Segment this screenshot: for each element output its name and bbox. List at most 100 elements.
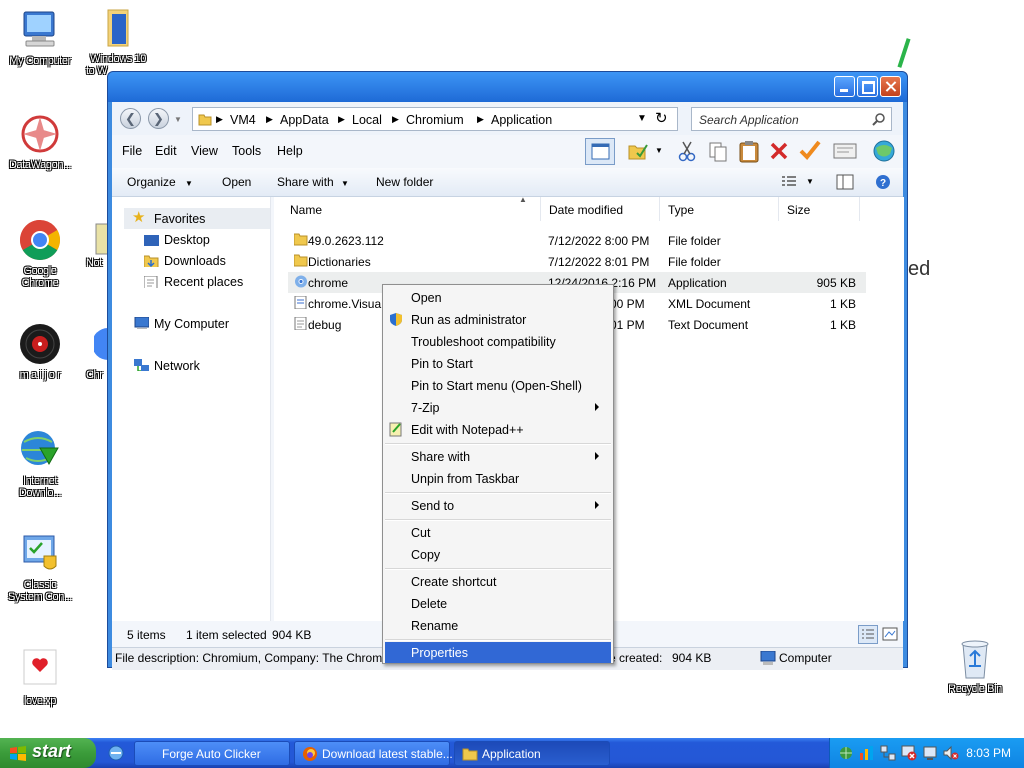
address-bar[interactable]: ▶ VM4 ▶ AppData ▶ Local ▶ Chromium ▶ App… — [192, 107, 678, 131]
breadcrumb-vm4[interactable]: VM4 — [230, 113, 256, 127]
menu-item-delete[interactable]: Delete — [385, 593, 611, 614]
nav-downloads[interactable]: Downloads — [164, 254, 226, 268]
title-bar[interactable] — [108, 72, 907, 102]
menu-item-copy[interactable]: Copy — [385, 544, 611, 565]
tray-network-warning-icon[interactable] — [901, 745, 917, 761]
desktop-icon-love-xp[interactable]: love.xp — [0, 648, 80, 708]
menu-item-cut[interactable]: Cut — [385, 522, 611, 543]
tray-volume-muted-icon[interactable] — [943, 745, 959, 761]
table-row[interactable]: 49.0.2623.112 7/12/2022 8:00 PM File fol… — [288, 230, 866, 251]
organize-button[interactable]: Organize ▼ — [127, 175, 193, 189]
taskbar-button-application[interactable]: Application — [454, 741, 610, 766]
menu-item-rename[interactable]: Rename — [385, 615, 611, 636]
menu-item-share-with[interactable]: Share with — [385, 446, 611, 467]
quick-launch-ie-icon[interactable] — [108, 745, 124, 761]
view-options-icon[interactable] — [781, 175, 797, 189]
menu-item-open[interactable]: Open — [385, 287, 611, 308]
search-box[interactable]: Search Application — [691, 107, 892, 131]
new-folder-button[interactable]: New folder — [376, 175, 433, 189]
column-size[interactable]: Size — [779, 197, 860, 221]
clock[interactable]: 8:03 PM — [966, 746, 1011, 760]
preview-toggle-icon[interactable] — [836, 174, 854, 190]
breadcrumb-appdata[interactable]: AppData — [280, 113, 329, 127]
menu-edit[interactable]: Edit — [155, 144, 177, 158]
globe-icon[interactable] — [872, 139, 896, 163]
menu-view[interactable]: View — [191, 144, 218, 158]
close-button[interactable] — [880, 76, 901, 97]
desktop-icon-notepad[interactable]: Not — [78, 218, 109, 270]
large-icons-view-icon[interactable] — [882, 626, 898, 642]
menu-item-pin-to-start[interactable]: Pin to Start — [385, 353, 611, 374]
desktop-icon-classic-system-control[interactable]: Classic System Con... — [0, 532, 80, 604]
tray-chart-icon[interactable] — [859, 745, 875, 761]
back-button[interactable]: ❮ — [120, 108, 141, 129]
item-count: 5 items — [127, 628, 166, 642]
table-row[interactable]: Dictionaries 7/12/2022 8:01 PM File fold… — [288, 251, 866, 272]
menu-item-unpin-from-taskbar[interactable]: Unpin from Taskbar — [385, 468, 611, 489]
share-with-button[interactable]: Share with ▼ — [277, 175, 349, 189]
menu-tools[interactable]: Tools — [232, 144, 261, 158]
menu-item-pin-to-start-menu-open-shell[interactable]: Pin to Start menu (Open-Shell) — [385, 375, 611, 396]
desktop-icon-internet-download[interactable]: Internet Downlo... — [0, 428, 80, 500]
file-type: XML Document — [668, 297, 751, 311]
breadcrumb-local[interactable]: Local — [352, 113, 382, 127]
nav-recent-places[interactable]: Recent places — [164, 275, 243, 289]
desktop-icon-maijor[interactable]: m a i j o r — [0, 322, 80, 382]
copy-icon[interactable] — [707, 140, 729, 162]
nav-desktop[interactable]: Desktop — [164, 233, 210, 247]
menu-item-7zip[interactable]: 7-Zip — [385, 397, 611, 418]
column-date-modified[interactable]: Date modified — [541, 197, 660, 221]
menu-help[interactable]: Help — [277, 144, 303, 158]
background-line — [897, 38, 911, 68]
nav-favorites[interactable]: Favorites — [154, 212, 205, 226]
search-icon[interactable] — [872, 112, 886, 126]
file-name: chrome.Visua — [308, 297, 382, 311]
menu-item-troubleshoot-compatibility[interactable]: Troubleshoot compatibility — [385, 331, 611, 352]
preview-pane-button[interactable] — [585, 138, 615, 165]
details-view-icon[interactable] — [858, 625, 878, 644]
menu-item-send-to[interactable]: Send to — [385, 495, 611, 516]
maximize-button[interactable] — [857, 76, 878, 97]
desktop-icon-recycle-bin[interactable]: Recycle Bin — [935, 636, 1015, 696]
help-icon[interactable]: ? — [875, 174, 891, 190]
file-date: 00 PM — [610, 297, 645, 311]
paste-icon[interactable] — [738, 139, 760, 163]
menu-item-properties[interactable]: Properties — [385, 642, 611, 663]
recent-pages-chevron-icon[interactable]: ▼ — [174, 115, 182, 124]
menu-item-edit-with-notepad[interactable]: Edit with Notepad++ — [385, 419, 611, 440]
nav-my-computer[interactable]: My Computer — [154, 317, 229, 331]
properties-icon[interactable] — [833, 143, 857, 159]
views-dropdown-icon[interactable]: ▼ — [655, 146, 663, 155]
desktop-icon-datawagon[interactable]: DataWagon... — [0, 112, 80, 172]
address-dropdown-icon[interactable]: ▼ — [637, 113, 647, 124]
file-date: 01 PM — [610, 318, 645, 332]
taskbar-button-download[interactable]: Download latest stable... — [294, 741, 453, 766]
open-button[interactable]: Open — [222, 175, 251, 189]
tray-connection-icon[interactable] — [880, 745, 896, 761]
tray-network-icon[interactable] — [838, 745, 854, 761]
folder-check-icon[interactable] — [627, 141, 649, 161]
breadcrumb-application[interactable]: Application — [491, 113, 552, 127]
cut-icon[interactable] — [677, 140, 697, 162]
nav-network[interactable]: Network — [154, 359, 200, 373]
menu-item-label: Create shortcut — [411, 575, 497, 589]
menu-file[interactable]: File — [122, 144, 142, 158]
column-name[interactable]: Name — [282, 197, 541, 221]
view-options-chevron-icon[interactable]: ▼ — [806, 177, 814, 186]
breadcrumb-chromium[interactable]: Chromium — [406, 113, 464, 127]
delete-icon[interactable] — [769, 141, 789, 161]
menu-item-run-as-administrator[interactable]: Run as administrator — [385, 309, 611, 330]
menu-item-create-shortcut[interactable]: Create shortcut — [385, 571, 611, 592]
desktop-icon-google-chrome[interactable]: Google Chrome — [0, 218, 80, 290]
desktop-icon-windows10[interactable]: Windows 10 to W — [78, 6, 158, 78]
start-button[interactable]: start — [0, 738, 96, 768]
minimize-button[interactable] — [834, 76, 855, 97]
tray-security-icon[interactable] — [922, 745, 938, 761]
column-type[interactable]: Type — [660, 197, 779, 221]
desktop-icon-my-computer[interactable]: My Computer — [0, 8, 80, 68]
taskbar-button-forge-auto-clicker[interactable]: Forge Auto Clicker — [134, 741, 290, 766]
forward-button[interactable]: ❯ — [148, 108, 169, 129]
checkmark-icon[interactable] — [798, 139, 822, 161]
refresh-icon[interactable]: ↻ — [655, 109, 668, 127]
desktop-icon-chrome-2[interactable]: Chr — [78, 322, 108, 382]
